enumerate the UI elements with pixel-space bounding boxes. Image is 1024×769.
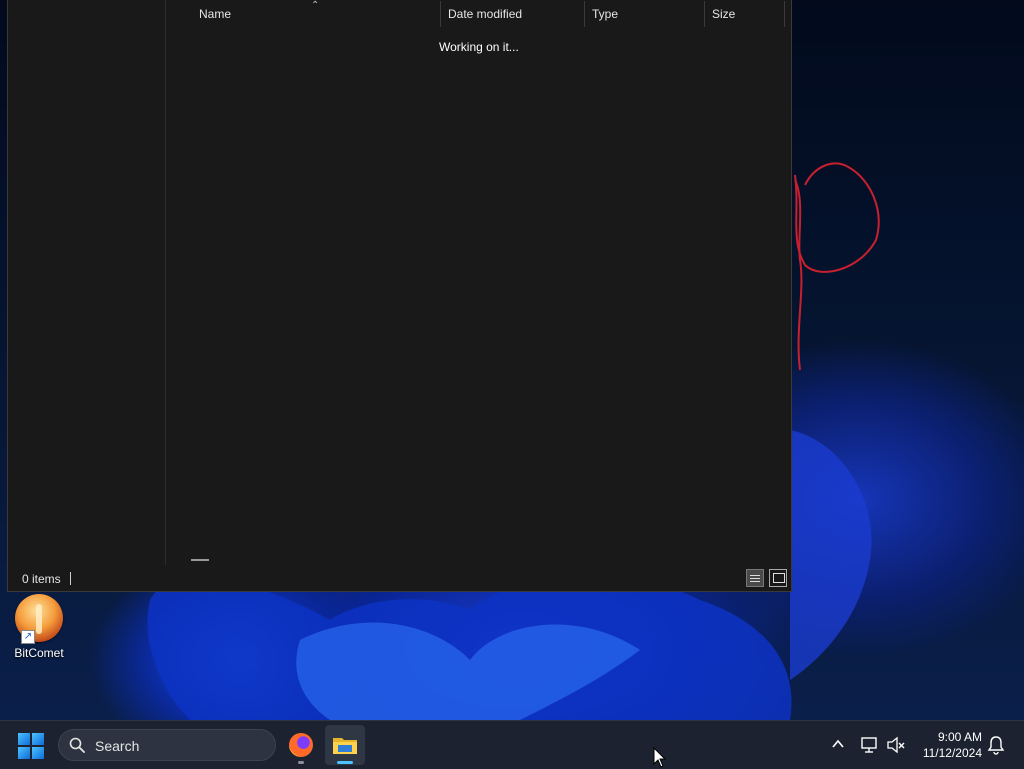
start-button[interactable]	[18, 733, 44, 759]
clock-time: 9:00 AM	[937, 730, 982, 744]
folder-icon	[333, 738, 357, 754]
network-icon[interactable]	[860, 735, 880, 755]
bitcomet-icon: ↗	[15, 594, 63, 644]
file-explorer-window: ⌃ Name Date modified Type Size Working o…	[7, 0, 792, 592]
sort-ascending-icon: ⌃	[311, 0, 320, 11]
column-header-size[interactable]: Size	[705, 1, 785, 27]
mouse-cursor-icon	[653, 747, 667, 768]
notifications-bell-icon[interactable]	[987, 735, 1005, 755]
system-clock[interactable]: 9:00 AM 11/12/2024	[910, 729, 982, 761]
firefox-icon	[289, 733, 313, 757]
active-indicator	[337, 761, 353, 764]
column-header-type-label: Type	[592, 7, 619, 21]
column-header-type[interactable]: Type	[585, 1, 705, 27]
column-header-size-label: Size	[712, 7, 736, 21]
column-header-date-modified[interactable]: Date modified	[441, 1, 585, 27]
details-view-button[interactable]	[746, 569, 764, 587]
search-input[interactable]	[93, 736, 267, 756]
status-bar-divider	[70, 572, 71, 585]
column-header-name-label: Name	[199, 7, 232, 21]
volume-muted-icon[interactable]	[886, 735, 906, 755]
taskbar-app-firefox[interactable]	[281, 725, 321, 765]
column-header-name[interactable]: ⌃ Name	[166, 0, 441, 27]
desktop-icon-bitcomet[interactable]: ↗ BitComet	[8, 594, 70, 660]
status-bar: 0 items	[8, 565, 791, 591]
taskbar-search[interactable]	[58, 729, 276, 761]
desktop-icon-label: BitComet	[14, 646, 64, 660]
file-list-pane[interactable]: ⌃ Name Date modified Type Size Working o…	[166, 0, 791, 565]
running-indicator	[298, 761, 304, 764]
search-icon	[69, 737, 85, 753]
navigation-pane[interactable]	[8, 0, 166, 565]
item-count: 0 items	[22, 572, 61, 586]
loading-message: Working on it...	[439, 40, 519, 54]
windows-logo-icon	[18, 733, 30, 745]
column-header-date-label: Date modified	[448, 7, 523, 21]
column-header-row: ⌃ Name Date modified Type Size	[166, 0, 791, 27]
taskbar: 9:00 AM 11/12/2024	[0, 720, 1024, 769]
clock-date: 11/12/2024	[922, 746, 982, 760]
horizontal-scrollbar[interactable]	[191, 559, 209, 561]
shortcut-arrow-icon: ↗	[21, 630, 35, 644]
show-hidden-icons-chevron-icon[interactable]	[829, 735, 847, 753]
taskbar-app-file-explorer[interactable]	[325, 725, 365, 765]
large-icons-view-button[interactable]	[769, 569, 787, 587]
